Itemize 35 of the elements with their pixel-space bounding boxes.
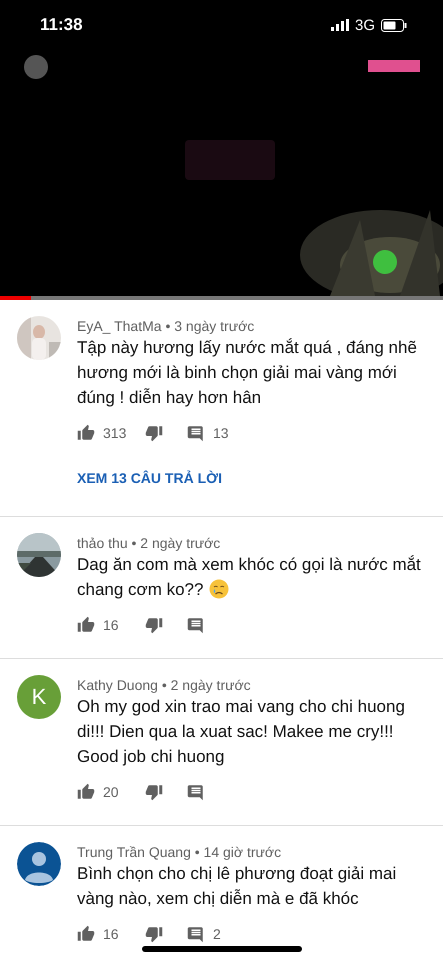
thumbs-up-icon	[77, 925, 95, 943]
avatar[interactable]: K	[17, 675, 61, 719]
network-type: 3G	[354, 16, 375, 34]
like-button[interactable]: 16	[77, 925, 145, 943]
comment-icon	[187, 783, 205, 801]
battery-icon	[381, 18, 407, 32]
comment-text: Oh my god xin trao mai vang cho chi huong di!!! Dien qua la xuat sac! Makee me cry!!! Good job chi huong	[77, 697, 405, 766]
comment-icon	[187, 424, 205, 442]
comment-text: Bình chọn cho chị lê phương đoạt giải mai vàng nào, xem chị diễn mà e đã khóc	[77, 864, 396, 908]
clock: 11:38	[40, 15, 83, 35]
like-button[interactable]: 16	[77, 616, 145, 634]
reply-button[interactable]: 2	[187, 925, 221, 943]
comment-author: Trung Trần Quang • 14 giờ trước	[77, 844, 282, 860]
comment-icon	[187, 616, 205, 634]
comment-author: EyA_ ThatMa • 3 ngày trước	[77, 318, 256, 334]
thumbs-up-icon	[77, 783, 95, 801]
comment-author: Kathy Duong • 2 ngày trước	[77, 677, 252, 693]
thumbs-up-icon	[77, 616, 95, 634]
reply-button[interactable]: 13	[187, 424, 229, 442]
thumbs-up-icon	[77, 424, 95, 442]
thumbs-down-icon	[145, 424, 163, 442]
comment-author: thảo thu • 2 ngày trước	[77, 535, 222, 551]
thumbs-down-icon	[145, 616, 163, 634]
comment-text: Tập này hương lấy nước mắt quá , đáng nhẽ hương mới là binh chọn giải mai vàng mới đúng ! diễn hay hơn hân	[77, 338, 417, 407]
view-replies-link[interactable]: XEM 13 CÂU TRẢ LỜI	[77, 470, 222, 486]
like-button[interactable]: 313	[77, 424, 145, 442]
like-button[interactable]: 20	[77, 783, 145, 801]
thumbs-down-icon	[145, 925, 163, 943]
reply-button[interactable]	[187, 616, 205, 634]
comment-icon	[187, 925, 205, 943]
comment-text: Dag ăn com mà xem khóc có gọi là nước mắt chang cơm ko??	[77, 555, 421, 599]
avatar-icon[interactable]	[17, 842, 61, 886]
signal-icon	[330, 19, 349, 31]
reply-button[interactable]	[187, 783, 205, 801]
thumbs-down-icon	[145, 783, 163, 801]
